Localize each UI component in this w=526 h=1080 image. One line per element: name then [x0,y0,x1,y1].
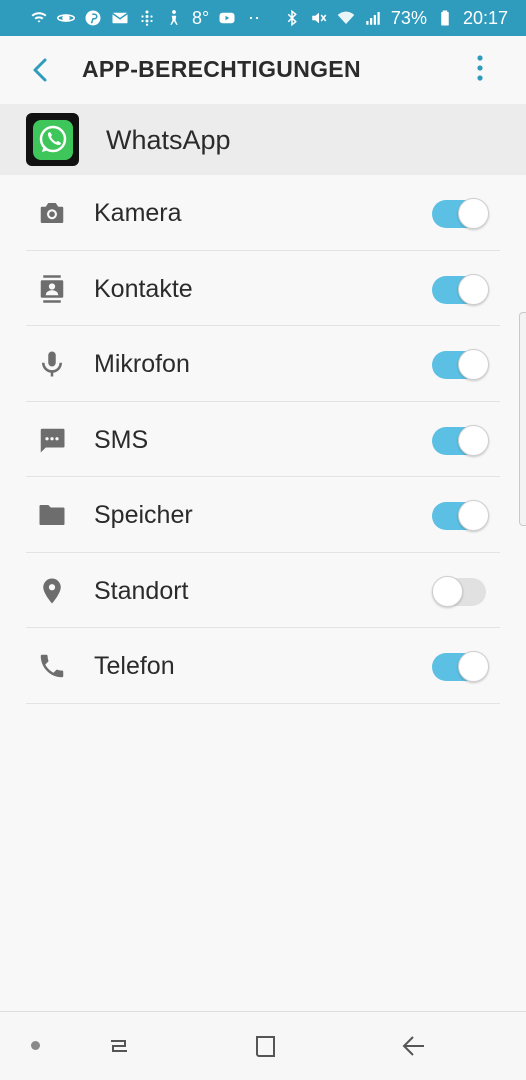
app-name: WhatsApp [106,125,231,155]
bluetooth-icon [283,9,301,27]
wifi-calling-icon [30,9,48,27]
permission-row-sms[interactable]: SMS [0,402,526,478]
signal-icon [364,9,382,27]
wifi-icon [337,9,355,27]
permission-toggle[interactable] [432,349,489,380]
status-bar-left: 8° [30,8,263,29]
fitbit-icon [138,9,156,27]
scroll-indicator[interactable] [519,312,526,526]
permission-label: Kontakte [94,274,193,303]
permission-row-standort[interactable]: Standort [0,553,526,629]
microphone-icon [36,348,68,380]
recent-apps-icon [111,1040,127,1052]
pinterest-icon [84,9,102,27]
back-button[interactable] [24,54,56,86]
permission-toggle[interactable] [432,273,489,305]
back-nav-button[interactable] [397,1030,429,1062]
permission-label: Telefon [94,652,175,680]
nav-dot-icon[interactable] [31,1041,40,1050]
status-bar-right: 73% 20:17 [283,8,508,29]
planet-icon [57,9,75,27]
permission-row-telefon[interactable]: Telefon [0,628,526,704]
permission-label: Standort [94,576,189,605]
more-options-button[interactable] [468,52,492,84]
youtube-icon [218,9,236,27]
phone-icon [36,650,68,682]
permission-label: Kamera [94,199,182,227]
sms-icon [36,424,68,456]
home-button[interactable] [249,1030,281,1062]
contacts-icon [36,273,68,305]
permission-row-kontakte[interactable]: Kontakte [0,251,526,327]
back-arrow-icon [402,1036,424,1056]
permission-label: SMS [94,425,149,454]
permission-toggle[interactable] [432,424,489,456]
mail-icon [111,9,129,27]
battery-icon [436,9,454,27]
figure-icon [165,9,183,27]
location-icon [36,575,68,607]
permission-toggle[interactable] [432,500,489,531]
page-title: APP-BERECHTIGUNGEN [82,56,361,82]
app-info-row: WhatsApp [0,104,526,175]
permission-row-mikrofon[interactable]: Mikrofon [0,326,526,402]
permission-toggle[interactable] [432,651,489,682]
home-icon [256,1036,275,1057]
clock-text: 20:17 [462,7,508,28]
camera-icon [36,197,68,229]
permission-toggle[interactable] [432,575,488,607]
recent-apps-button[interactable] [103,1030,135,1062]
more-vert-icon [477,55,483,81]
permission-row-speicher[interactable]: Speicher [0,477,526,553]
battery-percent-text: 73% [390,7,427,28]
more-notifications-icon [245,9,263,27]
app-bar: APP-BERECHTIGUNGEN [0,36,526,104]
temperature-text: 8° [192,7,210,28]
status-bar: 8° 73% 20:17 [0,0,526,36]
permission-label: Mikrofon [94,350,190,378]
folder-icon [36,499,68,531]
mute-icon [310,9,328,27]
whatsapp-icon [26,113,79,166]
permission-list: Kamera Kontakte Mikrofon SMS Speicher St [0,175,526,704]
permission-toggle[interactable] [432,198,489,229]
chevron-left-icon [33,58,47,82]
navigation-bar [0,1011,526,1080]
permission-label: Speicher [94,501,193,529]
permission-row-kamera[interactable]: Kamera [0,175,526,251]
